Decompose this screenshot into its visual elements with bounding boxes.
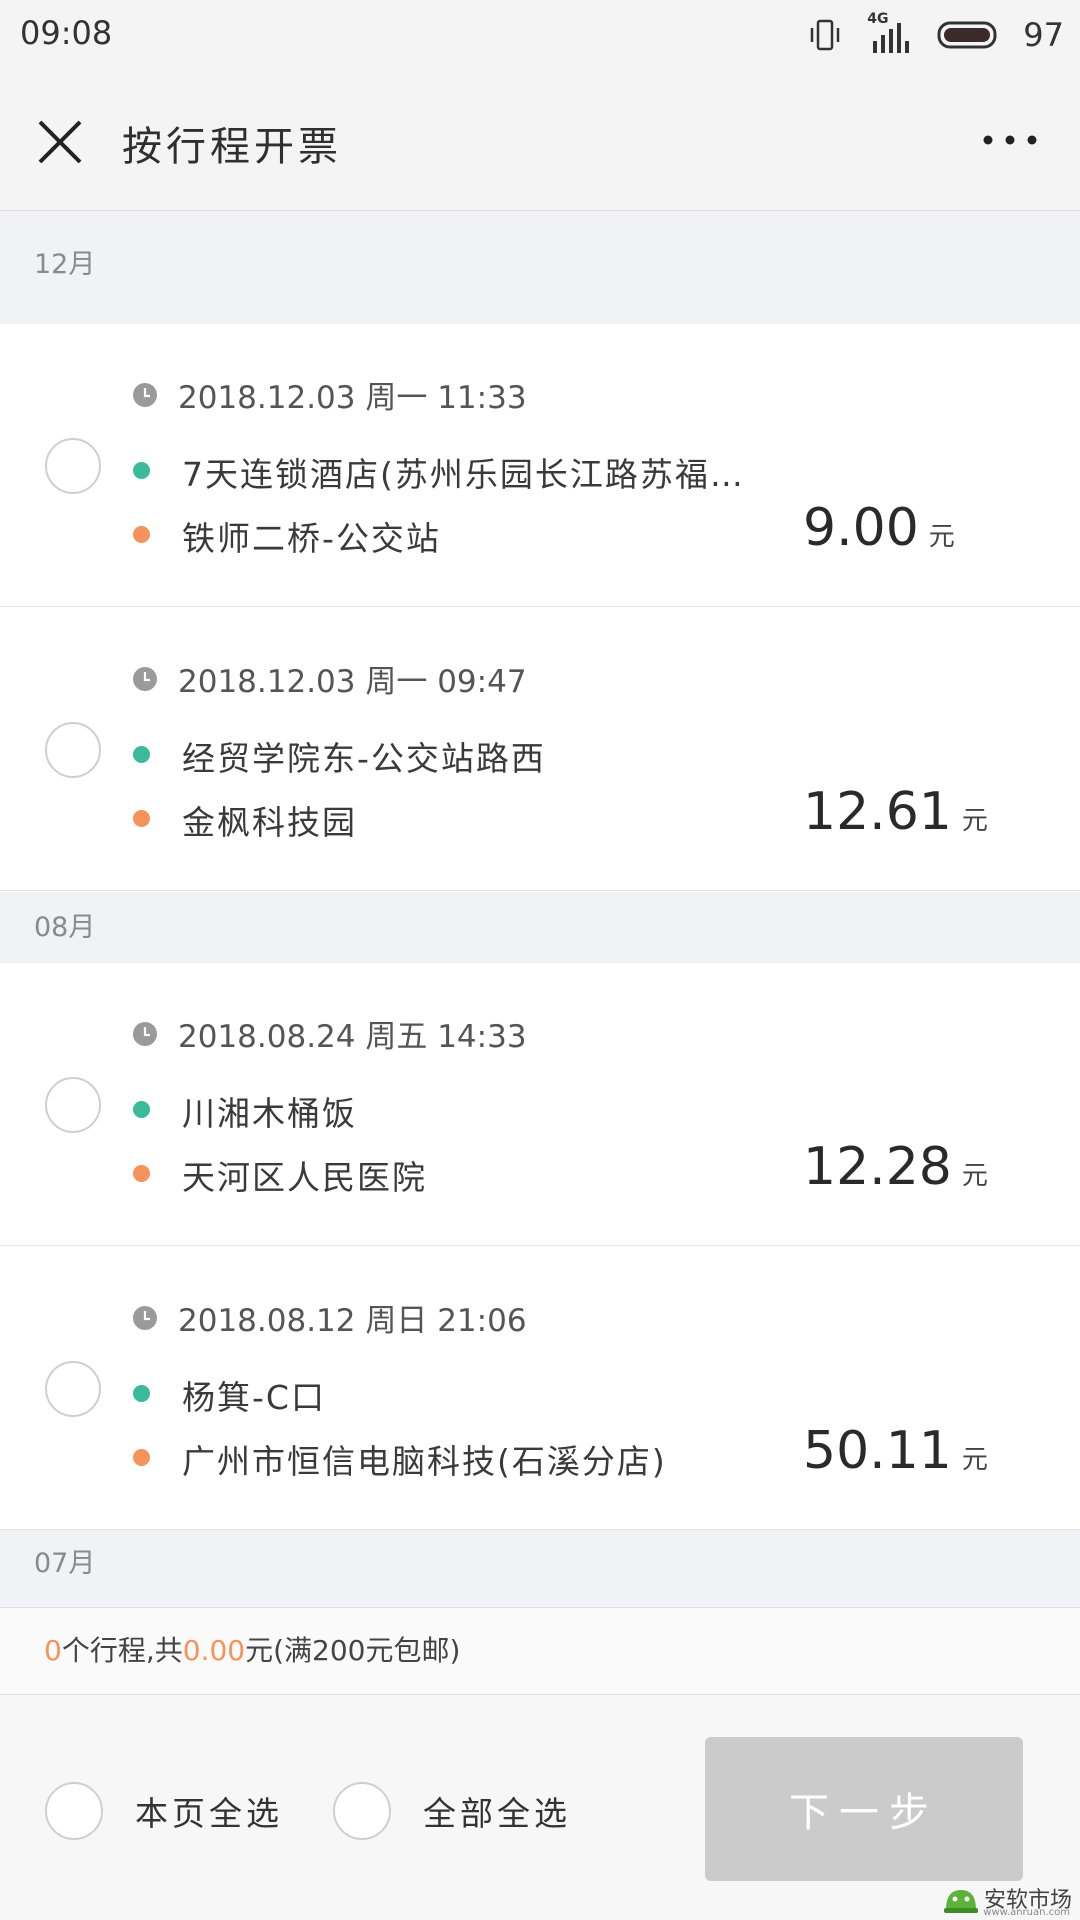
page-title: 按行程开票	[122, 124, 342, 170]
trip-amount: 12.61	[803, 782, 952, 842]
trip-destination: 金枫科技园	[182, 803, 357, 842]
status-bar: 09:08 4G 97	[0, 0, 1080, 70]
trip-price: 9.00 元	[803, 498, 955, 558]
clock-icon	[133, 1306, 157, 1330]
month-header: 12月	[0, 211, 1080, 324]
trip-checkbox[interactable]	[45, 722, 101, 778]
month-label: 08月	[34, 912, 96, 943]
trip-datetime: 2018.12.03 周一 11:33	[178, 380, 527, 416]
select-page-option[interactable]: 本页全选	[45, 1782, 283, 1840]
android-logo-icon	[943, 1890, 978, 1913]
trip-origin: 7天连锁酒店(苏州乐园长江路苏福…	[182, 455, 745, 494]
trip-checkbox[interactable]	[45, 1361, 101, 1417]
status-time: 09:08	[20, 14, 113, 52]
trip-destination: 广州市恒信电脑科技(石溪分店)	[182, 1442, 667, 1481]
month-label: 07月	[34, 1548, 96, 1579]
month-header: 07月	[0, 1530, 1080, 1607]
select-page-label: 本页全选	[135, 1794, 283, 1833]
clock-icon	[133, 383, 157, 407]
selected-total: 0.00	[182, 1634, 246, 1667]
select-all-option[interactable]: 全部全选	[333, 1782, 571, 1840]
clock-icon	[133, 1022, 157, 1046]
destination-dot-icon	[133, 526, 150, 543]
destination-dot-icon	[133, 1165, 150, 1182]
destination-dot-icon	[133, 810, 150, 827]
vibrate-icon	[811, 19, 840, 51]
selection-summary: 0个行程,共0.00元(满200元包邮)	[0, 1607, 1080, 1695]
select-all-radio[interactable]	[333, 1782, 391, 1840]
trip-destination: 天河区人民医院	[182, 1158, 427, 1197]
selected-count: 0	[44, 1634, 62, 1667]
trip-price: 12.28 元	[803, 1137, 988, 1197]
summary-text-tail: 元(满200元包邮)	[245, 1634, 461, 1667]
trip-amount: 12.28	[803, 1137, 952, 1197]
trip-origin: 经贸学院东-公交站路西	[182, 739, 546, 778]
watermark-url: www.anruan.com	[983, 1907, 1070, 1918]
watermark: 安软市场 www.anruan.com	[942, 1880, 1072, 1918]
origin-dot-icon	[133, 1101, 150, 1118]
summary-text-trips: 个行程,共	[61, 1634, 183, 1667]
trip-amount: 9.00	[803, 498, 919, 558]
clock-icon	[133, 667, 157, 691]
month-header: 08月	[0, 892, 1080, 963]
origin-dot-icon	[133, 746, 150, 763]
origin-dot-icon	[133, 462, 150, 479]
trip-destination: 铁师二桥-公交站	[182, 519, 441, 558]
trip-amount: 50.11	[803, 1421, 952, 1481]
more-icon[interactable]	[980, 128, 1040, 152]
trip-datetime: 2018.08.12 周日 21:06	[178, 1303, 527, 1339]
battery-icon	[937, 21, 997, 49]
trip-unit: 元	[961, 806, 988, 836]
close-icon[interactable]	[34, 116, 86, 168]
battery-level: 97	[1023, 16, 1064, 54]
trip-item[interactable]: 2018.12.03 周一 09:47 经贸学院东-公交站路西 金枫科技园 12…	[0, 608, 1080, 891]
trip-checkbox[interactable]	[45, 1077, 101, 1133]
trip-item[interactable]: 2018.12.03 周一 11:33 7天连锁酒店(苏州乐园长江路苏福… 铁师…	[0, 324, 1080, 607]
trip-datetime: 2018.12.03 周一 09:47	[178, 664, 527, 700]
trip-unit: 元	[961, 1161, 988, 1191]
trip-origin: 杨箕-C口	[182, 1378, 326, 1417]
trip-datetime: 2018.08.24 周五 14:33	[178, 1019, 527, 1055]
trip-checkbox[interactable]	[45, 438, 101, 494]
title-bar: 按行程开票	[0, 70, 1080, 211]
trip-price: 12.61 元	[803, 782, 988, 842]
select-all-label: 全部全选	[423, 1794, 571, 1833]
month-label: 12月	[34, 249, 96, 280]
trip-unit: 元	[961, 1445, 988, 1475]
signal-icon: 4G	[865, 11, 915, 55]
origin-dot-icon	[133, 1385, 150, 1402]
destination-dot-icon	[133, 1449, 150, 1466]
bottom-action-bar: 本页全选 全部全选 下一步 安软市场 www.anruan.com	[0, 1695, 1080, 1920]
trip-unit: 元	[928, 522, 955, 552]
trip-origin: 川湘木桶饭	[182, 1094, 357, 1133]
trip-item[interactable]: 2018.08.12 周日 21:06 杨箕-C口 广州市恒信电脑科技(石溪分店…	[0, 1247, 1080, 1530]
select-page-radio[interactable]	[45, 1782, 103, 1840]
trip-item[interactable]: 2018.08.24 周五 14:33 川湘木桶饭 天河区人民医院 12.28 元	[0, 963, 1080, 1246]
trip-price: 50.11 元	[803, 1421, 988, 1481]
next-step-button[interactable]: 下一步	[705, 1737, 1023, 1881]
